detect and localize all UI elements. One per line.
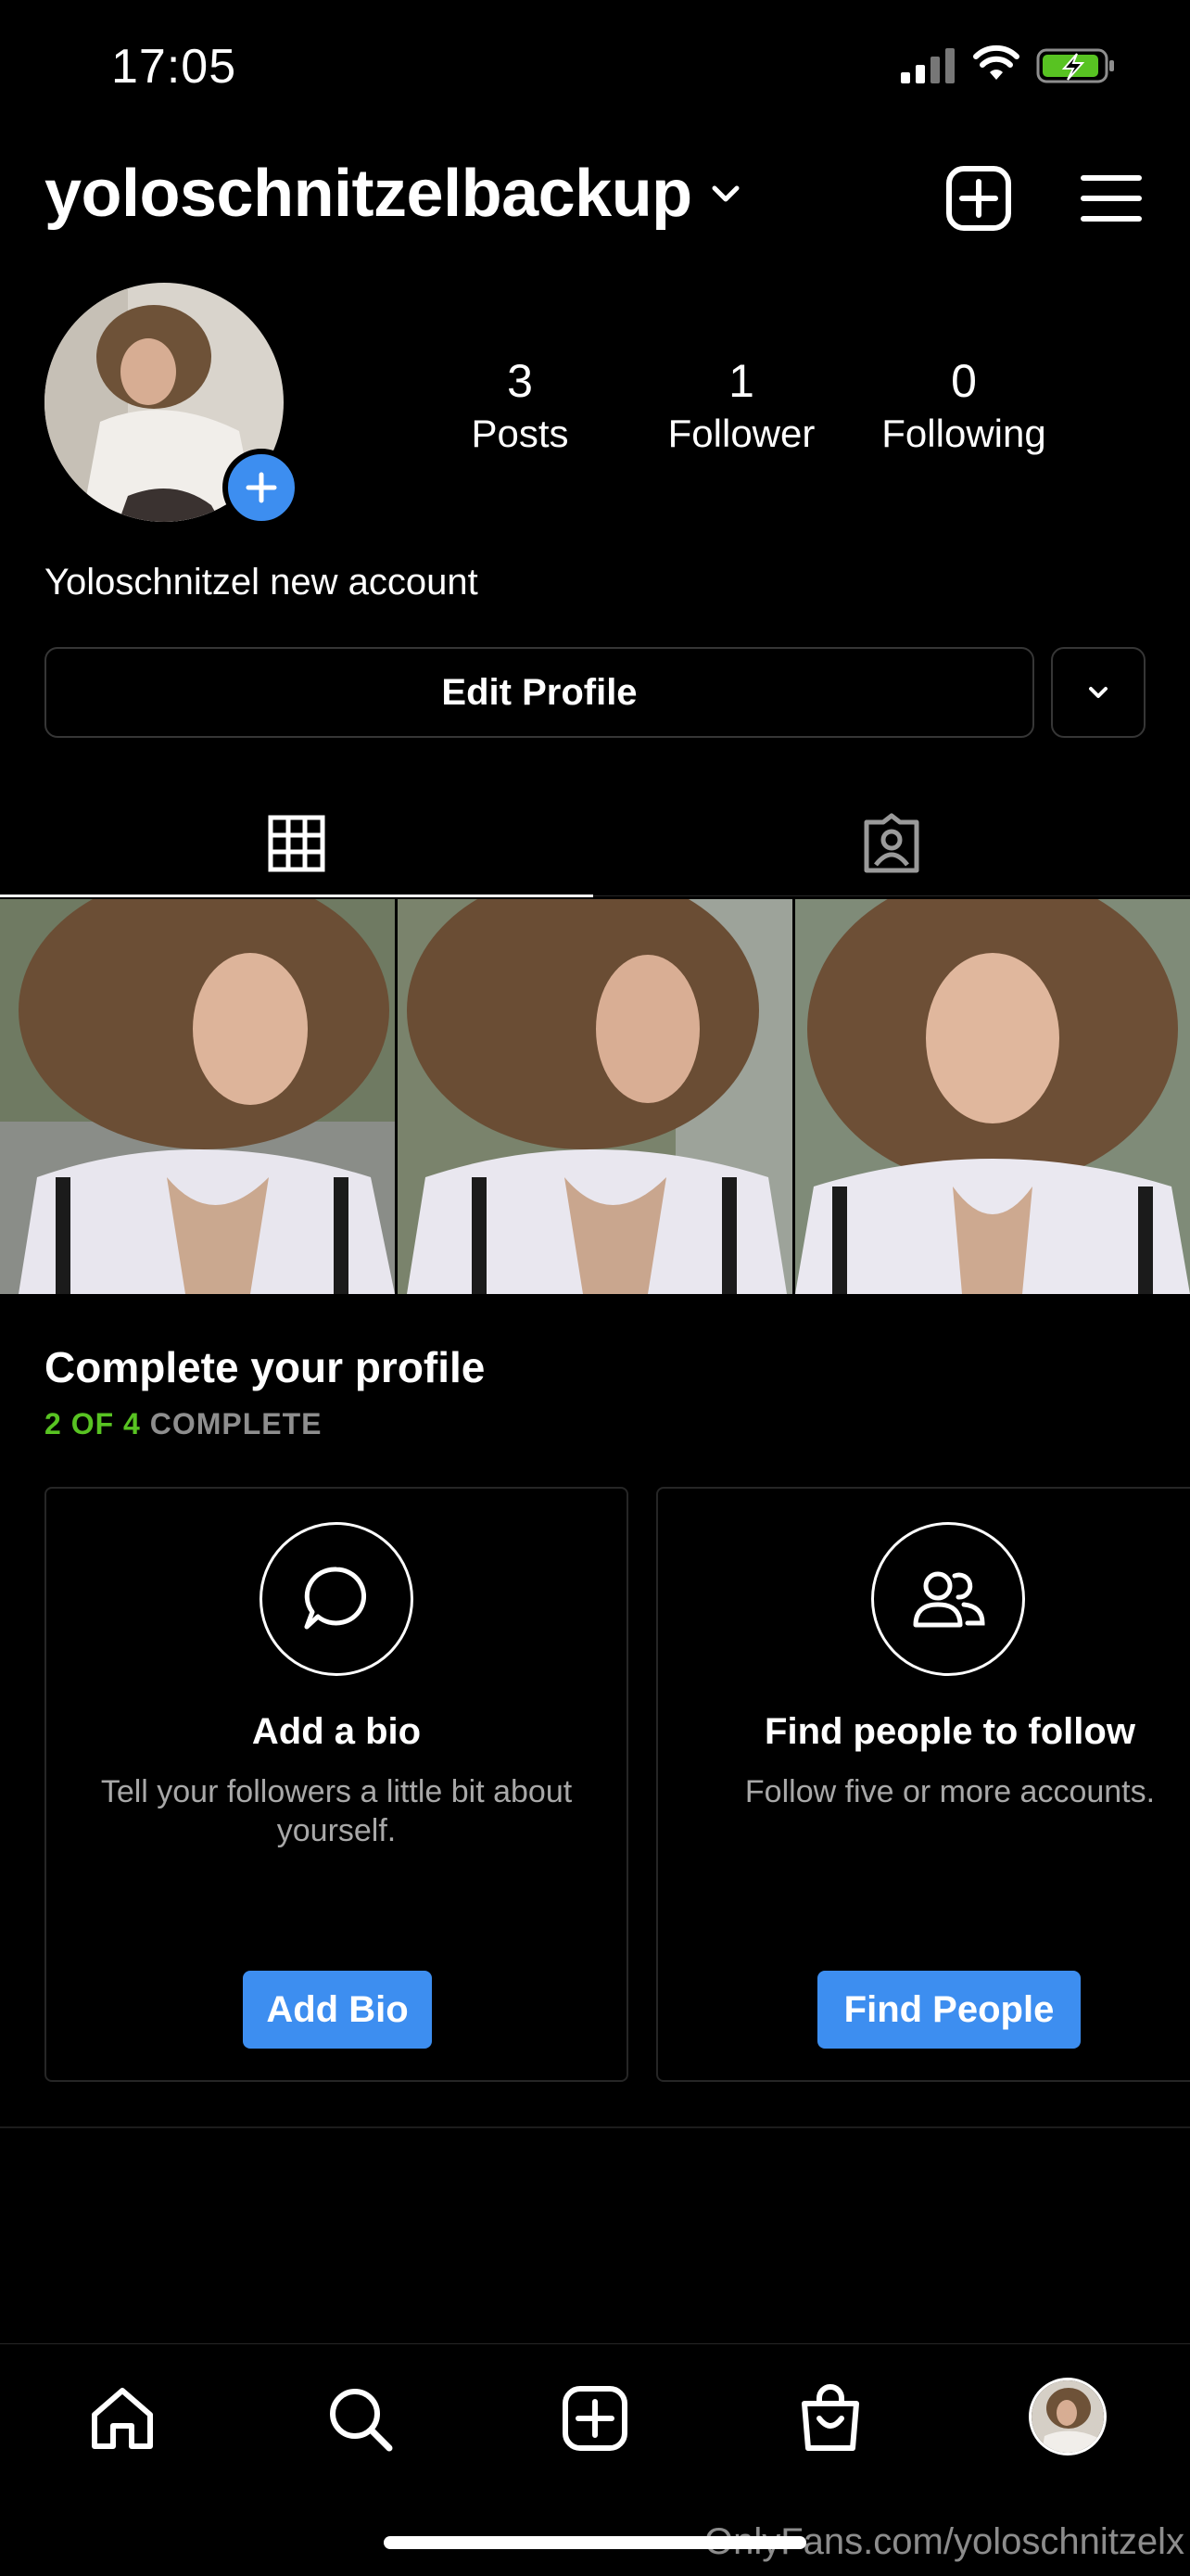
nav-profile-avatar[interactable] <box>1029 2378 1107 2455</box>
chevron-down-icon <box>712 185 740 202</box>
find-people-button[interactable]: Find People <box>817 1971 1081 2049</box>
add-bio-card: Add a bio Tell your followers a little b… <box>44 1487 628 2082</box>
complete-profile-progress: 2 OF 4 COMPLETE <box>44 1407 322 1441</box>
tagged-icon <box>864 813 919 873</box>
find-people-card: Find people to follow Follow five or mor… <box>656 1487 1190 2082</box>
card-title: Find people to follow <box>765 1711 1135 1752</box>
active-tab-indicator <box>0 895 593 897</box>
followers-count-value: 1 <box>728 355 754 407</box>
card-description: Follow five or more accounts. <box>744 1774 1156 1809</box>
display-name: Yoloschnitzel new account <box>44 562 478 603</box>
menu-icon[interactable] <box>1080 172 1143 224</box>
home-icon <box>92 2388 153 2449</box>
create-icon <box>563 2386 627 2451</box>
nav-home[interactable] <box>85 2381 159 2455</box>
progress-rest: COMPLETE <box>149 1407 323 1440</box>
search-icon <box>330 2389 393 2452</box>
post-thumbnail[interactable] <box>0 899 395 1294</box>
account-switcher[interactable]: yoloschnitzelbackup <box>44 156 742 232</box>
grid-icon <box>268 815 325 872</box>
post-thumbnail[interactable] <box>398 899 792 1294</box>
posts-count-label: Posts <box>471 412 569 455</box>
avatar-photo <box>1032 2380 1104 2453</box>
post-image <box>0 899 395 1294</box>
nav-shop[interactable] <box>793 2381 867 2455</box>
tab-posts-grid[interactable] <box>0 788 593 899</box>
shop-icon <box>802 2384 859 2451</box>
tab-tagged[interactable] <box>593 788 1190 899</box>
card-title: Add a bio <box>251 1711 422 1752</box>
followers-count-label: Follower <box>667 412 816 455</box>
post-thumbnail[interactable] <box>795 899 1190 1294</box>
following-count-value: 0 <box>951 355 977 407</box>
complete-profile-title: Complete your profile <box>44 1343 486 1391</box>
tab-divider <box>593 895 1190 896</box>
suggestions-toggle-button[interactable] <box>1051 647 1146 738</box>
posts-count[interactable]: 3 Posts <box>418 350 622 456</box>
nav-search[interactable] <box>323 2381 397 2455</box>
speech-bubble-icon <box>260 1522 413 1676</box>
post-image <box>398 899 792 1294</box>
following-count[interactable]: 0 Following <box>862 350 1066 456</box>
card-description: Tell your followers a little bit about y… <box>100 1774 573 1848</box>
new-post-icon[interactable] <box>945 165 1012 232</box>
people-icon <box>871 1522 1025 1676</box>
section-divider <box>0 2126 1190 2128</box>
nav-create[interactable] <box>558 2381 632 2455</box>
cellular-signal-icon <box>901 48 955 83</box>
status-time: 17:05 <box>111 40 237 94</box>
edit-profile-button[interactable]: Edit Profile <box>44 647 1034 738</box>
battery-charging-icon <box>1036 48 1114 83</box>
post-image <box>795 899 1190 1294</box>
followers-count[interactable]: 1 Follower <box>639 350 843 456</box>
add-story-button[interactable] <box>222 449 300 527</box>
following-count-label: Following <box>881 412 1046 455</box>
progress-done: 2 OF 4 <box>44 1407 141 1440</box>
wifi-icon <box>973 44 1019 80</box>
plus-icon <box>246 472 277 503</box>
watermark: OnlyFans.com/yoloschnitzelx <box>704 2521 1184 2562</box>
username: yoloschnitzelbackup <box>44 157 692 231</box>
posts-count-value: 3 <box>507 355 533 407</box>
chevron-down-icon <box>1089 687 1108 698</box>
add-bio-button[interactable]: Add Bio <box>243 1971 432 2049</box>
